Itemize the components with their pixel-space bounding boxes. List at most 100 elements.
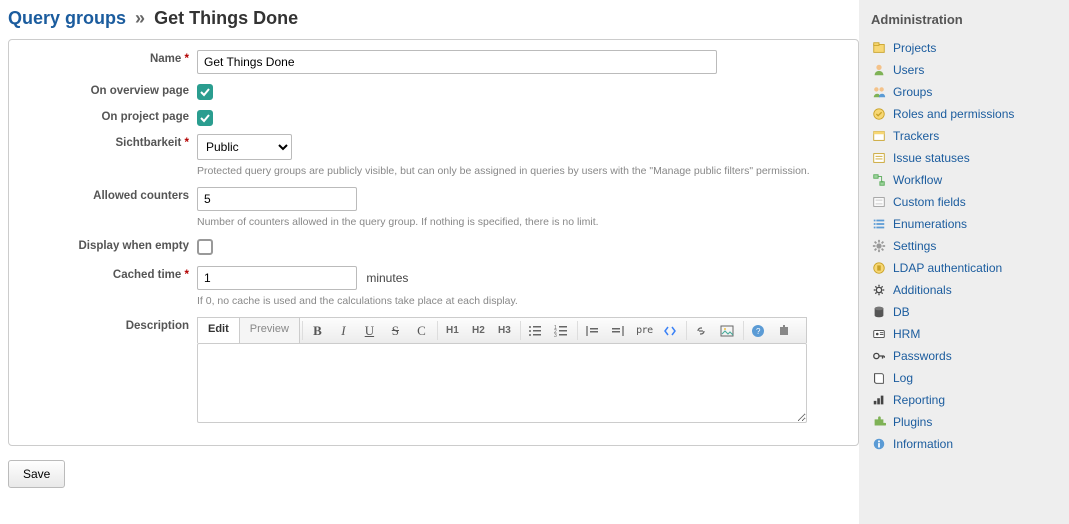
cached-time-hint: If 0, no cache is used and the calculati… bbox=[197, 294, 850, 309]
admin-link-gear[interactable]: Settings bbox=[893, 237, 936, 255]
allowed-counters-label: Allowed counters bbox=[17, 187, 197, 202]
id-icon bbox=[871, 326, 887, 342]
save-button[interactable]: Save bbox=[8, 460, 65, 488]
admin-link-roles[interactable]: Roles and permissions bbox=[893, 105, 1014, 123]
allowed-counters-input[interactable] bbox=[197, 187, 357, 211]
strike-button[interactable]: S bbox=[383, 318, 409, 343]
admin-link-info[interactable]: Information bbox=[893, 435, 953, 453]
underline-button[interactable]: U bbox=[357, 318, 383, 343]
h2-button[interactable]: H2 bbox=[466, 318, 492, 343]
description-editor: Edit Preview B I U S C H1 H2 H3 bbox=[197, 317, 807, 423]
on-project-checkbox[interactable] bbox=[197, 110, 213, 126]
tab-preview[interactable]: Preview bbox=[240, 318, 300, 343]
book-icon bbox=[871, 370, 887, 386]
user-icon bbox=[871, 62, 887, 78]
admin-link-group[interactable]: Groups bbox=[893, 83, 932, 101]
name-label: Name * bbox=[17, 50, 197, 65]
breadcrumb-root-link[interactable]: Query groups bbox=[8, 8, 126, 28]
italic-button[interactable]: I bbox=[331, 318, 357, 343]
cog-icon bbox=[871, 282, 887, 298]
admin-item-cog: Additionals bbox=[871, 279, 1057, 301]
trackers-icon bbox=[871, 128, 887, 144]
admin-item-key: Passwords bbox=[871, 345, 1057, 367]
admin-link-id[interactable]: HRM bbox=[893, 325, 920, 343]
list-icon bbox=[871, 216, 887, 232]
admin-item-gear: Settings bbox=[871, 235, 1057, 257]
admin-item-ldap: LDAP authentication bbox=[871, 257, 1057, 279]
query-group-form: Name * On overview page On project page bbox=[8, 39, 859, 446]
admin-item-id: HRM bbox=[871, 323, 1057, 345]
help-button[interactable]: ? bbox=[746, 318, 772, 343]
admin-item-statuses: Issue statuses bbox=[871, 147, 1057, 169]
on-overview-label: On overview page bbox=[17, 82, 197, 97]
admin-link-key[interactable]: Passwords bbox=[893, 347, 952, 365]
admin-link-chart[interactable]: Reporting bbox=[893, 391, 945, 409]
admin-link-projects[interactable]: Projects bbox=[893, 39, 936, 57]
admin-item-db: DB bbox=[871, 301, 1057, 323]
svg-text:?: ? bbox=[756, 327, 761, 336]
breadcrumb-sep: » bbox=[135, 8, 145, 28]
name-input[interactable] bbox=[197, 50, 717, 74]
code-block-button[interactable] bbox=[658, 318, 684, 343]
admin-link-trackers[interactable]: Trackers bbox=[893, 127, 939, 145]
link-button[interactable] bbox=[689, 318, 715, 343]
inline-code-button[interactable]: C bbox=[409, 318, 435, 343]
pre-button[interactable]: pre bbox=[632, 318, 658, 343]
unquote-button[interactable] bbox=[606, 318, 632, 343]
chart-icon bbox=[871, 392, 887, 408]
plugin-button[interactable] bbox=[772, 318, 798, 343]
allowed-counters-hint: Number of counters allowed in the query … bbox=[197, 215, 850, 230]
bold-button[interactable]: B bbox=[305, 318, 331, 343]
display-empty-label: Display when empty bbox=[17, 237, 197, 252]
puzzle-icon bbox=[871, 414, 887, 430]
admin-item-puzzle: Plugins bbox=[871, 411, 1057, 433]
admin-link-db[interactable]: DB bbox=[893, 303, 910, 321]
statuses-icon bbox=[871, 150, 887, 166]
admin-item-roles: Roles and permissions bbox=[871, 103, 1057, 125]
admin-title: Administration bbox=[871, 12, 1057, 27]
gear-icon bbox=[871, 238, 887, 254]
admin-sidebar: Administration Projects Users Groups Roles … bbox=[859, 0, 1069, 524]
visibility-select[interactable]: Public bbox=[197, 134, 292, 160]
admin-item-trackers: Trackers bbox=[871, 125, 1057, 147]
admin-link-ldap[interactable]: LDAP authentication bbox=[893, 259, 1002, 277]
editor-toolbar: Edit Preview B I U S C H1 H2 H3 bbox=[197, 317, 807, 343]
ol-button[interactable]: 123 bbox=[549, 318, 575, 343]
cached-time-input[interactable] bbox=[197, 266, 357, 290]
fields-icon bbox=[871, 194, 887, 210]
admin-item-projects: Projects bbox=[871, 37, 1057, 59]
image-button[interactable] bbox=[715, 318, 741, 343]
admin-item-book: Log bbox=[871, 367, 1057, 389]
workflow-icon bbox=[871, 172, 887, 188]
tab-edit[interactable]: Edit bbox=[198, 318, 240, 343]
ldap-icon bbox=[871, 260, 887, 276]
key-icon bbox=[871, 348, 887, 364]
cached-time-unit: minutes bbox=[366, 267, 408, 285]
visibility-label: Sichtbarkeit * bbox=[17, 134, 197, 149]
admin-link-workflow[interactable]: Workflow bbox=[893, 171, 942, 189]
admin-link-book[interactable]: Log bbox=[893, 369, 913, 387]
admin-link-cog[interactable]: Additionals bbox=[893, 281, 952, 299]
projects-icon bbox=[871, 40, 887, 56]
admin-link-puzzle[interactable]: Plugins bbox=[893, 413, 932, 431]
display-empty-checkbox[interactable] bbox=[197, 239, 213, 255]
on-overview-checkbox[interactable] bbox=[197, 84, 213, 100]
roles-icon bbox=[871, 106, 887, 122]
admin-item-group: Groups bbox=[871, 81, 1057, 103]
h1-button[interactable]: H1 bbox=[440, 318, 466, 343]
quote-button[interactable] bbox=[580, 318, 606, 343]
admin-link-user[interactable]: Users bbox=[893, 61, 924, 79]
visibility-hint: Protected query groups are publicly visi… bbox=[197, 164, 850, 179]
admin-item-info: Information bbox=[871, 433, 1057, 455]
admin-item-fields: Custom fields bbox=[871, 191, 1057, 213]
h3-button[interactable]: H3 bbox=[492, 318, 518, 343]
info-icon bbox=[871, 436, 887, 452]
description-textarea[interactable] bbox=[197, 343, 807, 423]
admin-item-list: Enumerations bbox=[871, 213, 1057, 235]
admin-link-fields[interactable]: Custom fields bbox=[893, 193, 966, 211]
admin-link-list[interactable]: Enumerations bbox=[893, 215, 967, 233]
admin-item-workflow: Workflow bbox=[871, 169, 1057, 191]
ul-button[interactable] bbox=[523, 318, 549, 343]
on-project-label: On project page bbox=[17, 108, 197, 123]
admin-link-statuses[interactable]: Issue statuses bbox=[893, 149, 970, 167]
